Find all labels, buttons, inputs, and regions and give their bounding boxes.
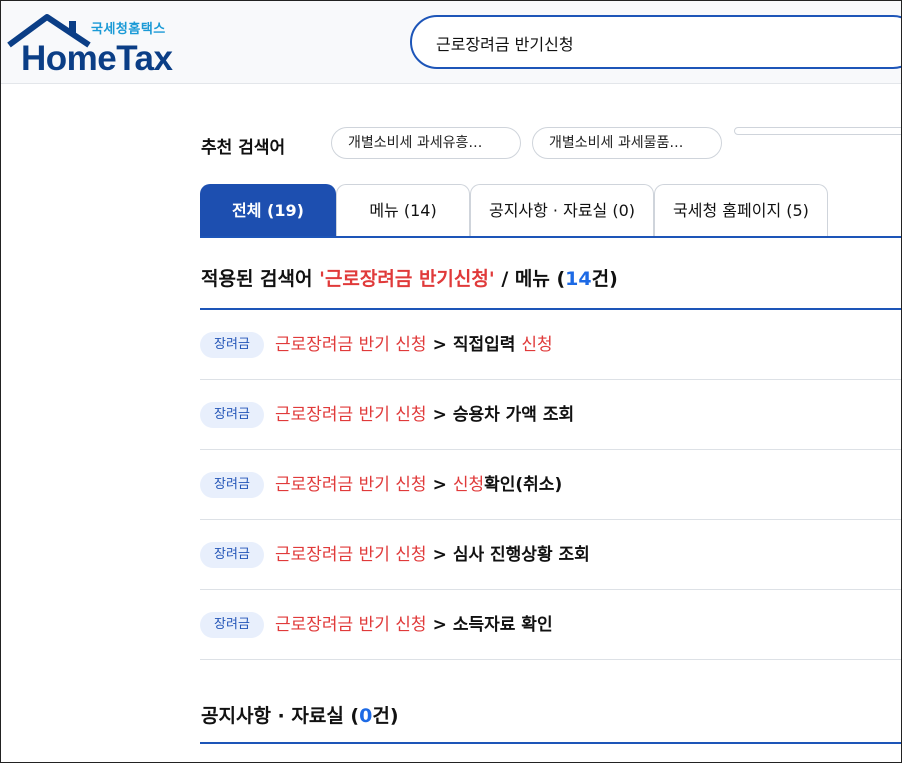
heading-query: '근로장려금 반기신청' (319, 268, 495, 290)
result-path: 근로장려금 반기 신청 (275, 475, 427, 495)
recommended-chip[interactable]: 개별소비세 과세유흥… (331, 127, 521, 159)
page-frame: 국세청홈택스 HomeTax 추천 검색어 개별소비세 과세유흥… 개별소비세 … (0, 0, 902, 763)
section-divider (200, 742, 901, 744)
search-input[interactable] (434, 29, 898, 57)
hometax-logo[interactable]: 국세청홈택스 HomeTax (7, 13, 182, 78)
chevron-separator: > (432, 405, 447, 425)
tab-all[interactable]: 전체 (19) (200, 184, 336, 236)
chevron-separator: > (432, 335, 447, 355)
logo-title: HomeTax (21, 39, 173, 78)
category-badge: 장려금 (200, 402, 264, 428)
result-link[interactable]: 근로장려금 반기 신청 > 신청확인(취소) (275, 472, 562, 498)
chevron-separator: > (432, 475, 447, 495)
heading-suffix: 건) (591, 268, 618, 290)
result-row[interactable]: 장려금 근로장려금 반기 신청 > 직접입력 신청 (200, 310, 901, 380)
result-row[interactable]: 장려금 근로장려금 반기 신청 > 승용차 가액 조회 (200, 380, 901, 450)
result-tail: 직접입력 (452, 335, 522, 355)
category-badge: 장려금 (200, 612, 264, 638)
tab-menu[interactable]: 메뉴 (14) (336, 184, 470, 236)
tab-notices[interactable]: 공지사항 · 자료실 (0) (470, 184, 654, 236)
result-tail-highlight: 신청 (521, 335, 553, 355)
result-tail-after: 확인(취소) (484, 475, 563, 495)
result-tail: 심사 진행상황 조회 (452, 545, 590, 565)
result-path: 근로장려금 반기 신청 (275, 335, 427, 355)
result-tabs: 전체 (19) 메뉴 (14) 공지사항 · 자료실 (0) 국세청 홈페이지 … (200, 184, 901, 238)
heading-count: 14 (565, 268, 592, 290)
result-link[interactable]: 근로장려금 반기 신청 > 직접입력 신청 (275, 332, 553, 358)
result-tail: 승용차 가액 조회 (452, 405, 575, 425)
menu-results-heading: 적용된 검색어 '근로장려금 반기신청' / 메뉴 (14건) (201, 264, 618, 291)
chevron-separator: > (432, 545, 447, 565)
result-row[interactable]: 장려금 근로장려금 반기 신청 > 심사 진행상황 조회 (200, 520, 901, 590)
heading-prefix: 적용된 검색어 (201, 268, 320, 290)
logo-subtitle: 국세청홈택스 (91, 22, 166, 37)
result-link[interactable]: 근로장려금 반기 신청 > 소득자료 확인 (275, 612, 553, 638)
recommended-chip-partial[interactable] (734, 127, 901, 135)
tab-nts-homepage[interactable]: 국세청 홈페이지 (5) (654, 184, 828, 236)
chevron-separator: > (432, 615, 447, 635)
category-badge: 장려금 (200, 542, 264, 568)
category-badge: 장려금 (200, 472, 264, 498)
result-link[interactable]: 근로장려금 반기 신청 > 심사 진행상황 조회 (275, 542, 590, 568)
result-row[interactable]: 장려금 근로장려금 반기 신청 > 소득자료 확인 (200, 590, 901, 660)
heading-middle: / 메뉴 ( (494, 268, 566, 290)
search-box (410, 15, 901, 69)
recommended-chip[interactable]: 개별소비세 과세물품… (532, 127, 722, 159)
result-path: 근로장려금 반기 신청 (275, 545, 427, 565)
result-tail: 소득자료 확인 (452, 615, 553, 635)
category-badge: 장려금 (200, 332, 264, 358)
notice-heading-count: 0 (359, 705, 373, 727)
result-row[interactable]: 장려금 근로장려금 반기 신청 > 신청확인(취소) (200, 450, 901, 520)
notice-results-heading: 공지사항 · 자료실 (0건) (201, 701, 399, 728)
result-tail-highlight: 신청 (452, 475, 485, 495)
result-link[interactable]: 근로장려금 반기 신청 > 승용차 가액 조회 (275, 402, 574, 428)
recommended-label: 추천 검색어 (201, 138, 286, 158)
result-path: 근로장려금 반기 신청 (275, 405, 427, 425)
site-header: 국세청홈택스 HomeTax (1, 1, 901, 84)
result-path: 근로장려금 반기 신청 (275, 615, 427, 635)
notice-heading-suffix: 건) (372, 705, 399, 727)
notice-heading-prefix: 공지사항 · 자료실 ( (201, 705, 360, 727)
